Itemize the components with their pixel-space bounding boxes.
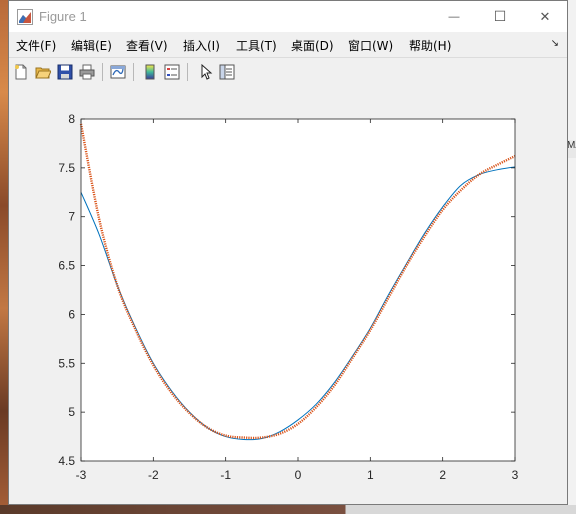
close-button[interactable]: ✕ [522, 1, 568, 32]
menu-insert[interactable]: 插入(I) [183, 37, 220, 54]
print-icon [79, 64, 95, 80]
window-title: Figure 1 [39, 9, 87, 24]
toolbar-separator [102, 63, 103, 81]
edit-plot-button[interactable] [195, 62, 215, 82]
toolbar-dock-arrow-icon[interactable]: ↘ [551, 38, 559, 49]
toolbar-separator [187, 63, 188, 81]
menu-view[interactable]: 查看(V) [126, 37, 168, 54]
desktop-background-bottom [0, 505, 576, 514]
x-tick-label: -2 [148, 468, 159, 482]
menu-help[interactable]: 帮助(H) [409, 37, 451, 54]
plot-axes[interactable]: -3 -2 -1 0 1 2 3 4.5 5 5.5 6 6.5 7 7.5 8 [9, 86, 567, 504]
x-tick-label: -3 [76, 468, 87, 482]
menu-window[interactable]: 窗口(W) [348, 37, 393, 54]
y-tick-label: 5 [68, 405, 75, 419]
insert-legend-button[interactable] [162, 62, 182, 82]
x-tick-label: -1 [220, 468, 231, 482]
y-tick-label: 7 [68, 210, 75, 224]
x-tick-label: 0 [295, 468, 302, 482]
maximize-icon: ☐ [493, 8, 507, 24]
x-tick-label: 1 [367, 468, 374, 482]
y-tick-label: 6 [68, 307, 75, 321]
background-window-text: MA [567, 140, 576, 158]
y-tick-label: 8 [68, 112, 75, 126]
property-inspector-button[interactable] [217, 62, 237, 82]
toolbar-separator [133, 63, 134, 81]
menu-edit[interactable]: 编辑(E) [71, 37, 112, 54]
minimize-button[interactable]: — [431, 1, 477, 32]
y-tick-label: 4.5 [58, 454, 75, 468]
open-file-button[interactable] [33, 62, 53, 82]
minimize-icon: — [448, 10, 460, 23]
insert-colorbar-button[interactable] [140, 62, 160, 82]
menu-tools[interactable]: 工具(T) [236, 37, 277, 54]
x-tick-label: 3 [512, 468, 519, 482]
insert-legend-icon [164, 64, 180, 80]
save-icon [57, 64, 73, 80]
title-bar[interactable]: Figure 1 — ☐ ✕ [9, 1, 567, 32]
plot-background [81, 119, 515, 461]
link-plot-icon [110, 65, 126, 79]
close-icon: ✕ [539, 8, 551, 24]
menu-file[interactable]: 文件(F) [16, 37, 56, 54]
property-inspector-icon [219, 64, 235, 80]
link-plot-button[interactable] [108, 62, 128, 82]
y-tick-label: 5.5 [58, 356, 75, 370]
figure-toolbar [9, 57, 567, 87]
y-tick-label: 7.5 [58, 161, 75, 175]
maximize-button[interactable]: ☐ [477, 1, 523, 32]
insert-colorbar-icon [145, 64, 155, 80]
matlab-logo-icon [17, 9, 33, 25]
edit-plot-icon [201, 64, 213, 80]
figure-canvas[interactable]: -3 -2 -1 0 1 2 3 4.5 5 5.5 6 6.5 7 7.5 8 [9, 86, 567, 504]
menu-desktop[interactable]: 桌面(D) [291, 37, 334, 54]
new-figure-icon [15, 64, 27, 80]
figure-window: Figure 1 — ☐ ✕ 文件(F) 编辑(E) 查看(V) 插入(I) 工… [8, 0, 568, 505]
save-button[interactable] [55, 62, 75, 82]
new-figure-button[interactable] [11, 62, 31, 82]
y-tick-label: 6.5 [58, 259, 75, 273]
open-file-icon [35, 67, 51, 79]
print-button[interactable] [77, 62, 97, 82]
x-tick-label: 2 [439, 468, 446, 482]
menu-bar: 文件(F) 编辑(E) 查看(V) 插入(I) 工具(T) 桌面(D) 窗口(W… [9, 32, 567, 56]
